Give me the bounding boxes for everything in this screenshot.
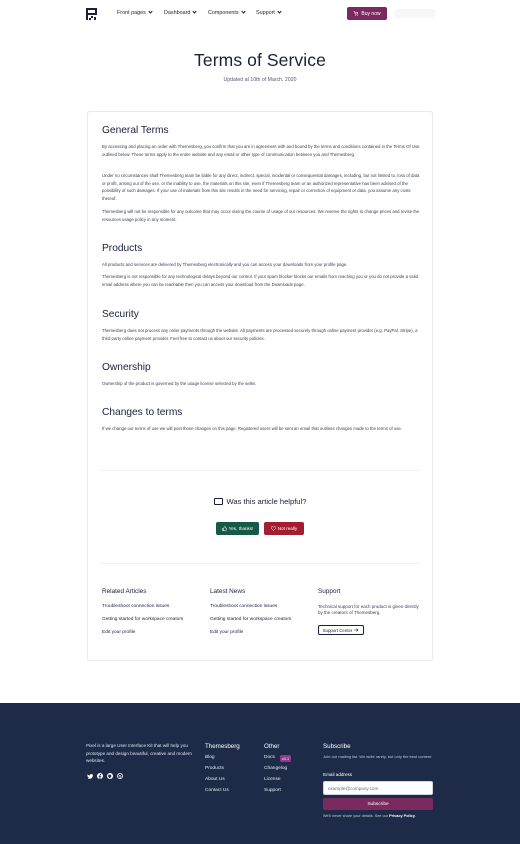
message-icon (213, 498, 223, 505)
footer-link-products[interactable]: Products (205, 766, 224, 771)
pixel-logo-icon[interactable] (86, 8, 97, 20)
feedback-no-button[interactable]: Not really (264, 522, 304, 535)
security-paragraph-1: Themesberg does not process any order pa… (102, 328, 418, 341)
arrow-right-icon (354, 628, 359, 632)
github-star-placeholder[interactable] (395, 9, 435, 18)
docs-version-badge: v3.1 (280, 755, 291, 762)
section-heading-general-terms: General Terms (102, 125, 169, 136)
cart-icon (353, 11, 359, 16)
latest-news-title: Latest News (210, 588, 246, 595)
feedback-question-label: Was this article helpful? (226, 497, 307, 506)
thumbs-up-icon (221, 526, 227, 531)
support-center-label: Support Center (322, 627, 353, 633)
top-navbar: Front pages Dashboard Components Support… (0, 0, 520, 28)
heart-icon (270, 526, 276, 531)
footer-link-changelog[interactable]: Changelog (264, 766, 287, 771)
nav-support-label: Support (256, 10, 275, 16)
footer-link-about[interactable]: About Us (205, 777, 225, 782)
products-paragraph-2: Themesberg is not responsible for any te… (102, 274, 418, 287)
nav-front-pages-label: Front pages (117, 10, 146, 16)
dribbble-icon[interactable] (117, 773, 123, 779)
feedback-question: Was this article helpful? (0, 497, 520, 506)
github-icon[interactable] (107, 773, 113, 779)
section-heading-changes: Changes to terms (102, 407, 183, 418)
ownership-paragraph-1: Ownership of the product is governed by … (102, 381, 257, 386)
subscribe-text: Join our mailing list. We write rarely, … (323, 754, 433, 759)
footer-link-contact[interactable]: Contact Us (205, 788, 229, 793)
chevron-down-icon (148, 9, 153, 14)
section-heading-products: Products (102, 243, 143, 254)
nav-front-pages[interactable]: Front pages (117, 9, 153, 16)
nav-components-label: Components (208, 10, 239, 16)
section-heading-security: Security (102, 309, 139, 320)
news-link[interactable]: Edit your profile (210, 630, 243, 635)
footer-other-title: Other (264, 743, 280, 750)
email-label: Email address (323, 772, 353, 777)
footer-link-support[interactable]: Support (264, 788, 281, 793)
changes-paragraph-1: If we change our terms of use we will po… (102, 426, 402, 431)
privacy-note: We'll never share your details. See our … (323, 814, 416, 818)
divider (100, 470, 420, 471)
footer: Pixel is a large User Interface Kit that… (0, 703, 520, 844)
feedback-no-label: Not really (277, 526, 298, 531)
footer-link-blog[interactable]: Blog (205, 755, 215, 760)
facebook-icon[interactable] (97, 773, 103, 779)
support-text: Technical support for each product is gi… (318, 604, 419, 616)
related-article-link[interactable]: Getting started for workspace creators (102, 617, 183, 622)
buy-now-label: Buy now (361, 10, 381, 17)
related-article-link[interactable]: Troubleshoot connection issues (102, 604, 169, 609)
subscribe-title: Subscribe (323, 743, 351, 750)
general-terms-paragraph-2: Under no circumstances shall Themesberg … (102, 173, 420, 201)
nav-dashboard-label: Dashboard (164, 10, 191, 16)
news-link[interactable]: Troubleshoot connection issues (210, 604, 277, 609)
footer-link-docs[interactable]: Docs (264, 755, 275, 760)
news-link[interactable]: Getting started for workspace creators (210, 617, 291, 622)
chevron-down-icon (192, 9, 197, 14)
support-title: Support (318, 588, 341, 595)
feedback-yes-label: Yes, thanks! (228, 526, 254, 531)
section-heading-ownership: Ownership (102, 362, 151, 373)
nav-components[interactable]: Components (208, 9, 246, 16)
divider (100, 563, 420, 564)
chevron-down-icon (277, 9, 282, 14)
nav-dashboard[interactable]: Dashboard (164, 9, 197, 16)
footer-about: Pixel is a large User Interface Kit that… (86, 743, 192, 764)
email-field[interactable]: example@company.com (323, 781, 433, 795)
nav-support[interactable]: Support (256, 9, 282, 16)
privacy-note-text: We'll never share your details. See our (323, 814, 389, 818)
buy-now-button[interactable]: Buy now (347, 7, 387, 20)
chevron-down-icon (240, 9, 246, 14)
feedback-yes-button[interactable]: Yes, thanks! (216, 522, 259, 535)
subscribe-button[interactable]: Subscribe (323, 798, 433, 810)
related-articles-title: Related Articles (102, 588, 147, 595)
footer-link-license[interactable]: License (264, 777, 281, 782)
updated-date: Updated at 10th of March, 2020 (223, 77, 297, 83)
footer-themesberg-title: Themesberg (205, 743, 240, 750)
privacy-policy-link[interactable]: Privacy Policy. (389, 814, 416, 818)
products-paragraph-1: All products and services are delivered … (102, 262, 348, 267)
general-terms-paragraph-1: By accessing and placing an order with T… (102, 144, 420, 157)
page-title: Terms of Service (194, 50, 326, 70)
twitter-icon[interactable] (87, 773, 93, 779)
general-terms-paragraph-3: Themesberg will not be responsible for a… (102, 209, 420, 222)
related-article-link[interactable]: Edit your profile (102, 630, 135, 635)
support-center-button[interactable]: Support Center (318, 625, 364, 635)
